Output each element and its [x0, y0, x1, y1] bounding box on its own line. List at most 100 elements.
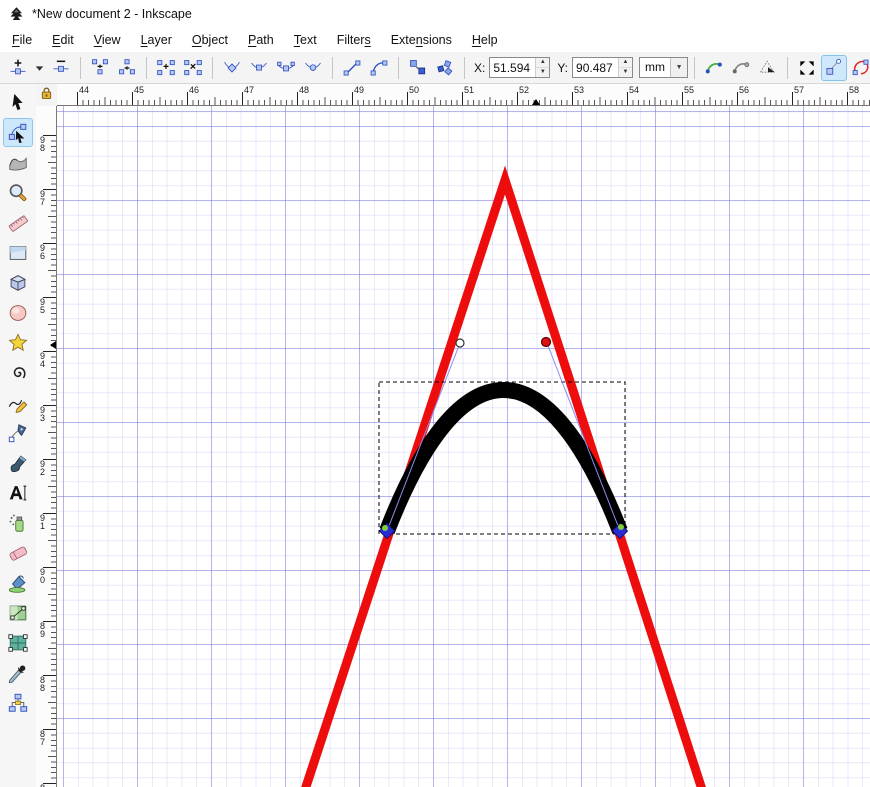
edit-clip-button[interactable]	[701, 55, 727, 81]
star-tool[interactable]	[3, 328, 33, 357]
x-coordinate-input-label: X:	[474, 61, 485, 75]
toolbar-separator	[464, 57, 465, 79]
outline-icon	[851, 58, 870, 78]
dropper-tool[interactable]	[3, 658, 33, 687]
inkscape-window: *New document 2 - Inkscape FileEditViewL…	[0, 0, 870, 787]
spray-tool[interactable]	[3, 508, 33, 537]
guide-lock-icon[interactable]	[40, 86, 53, 105]
y-coordinate-input[interactable]	[573, 58, 618, 77]
red-triangle-path[interactable]	[300, 180, 707, 787]
vertical-ruler[interactable]: 98979695949392919089888786	[36, 106, 57, 787]
eraser-tool[interactable]	[3, 538, 33, 567]
break-nodes-icon	[117, 58, 137, 78]
node-icon	[7, 122, 29, 144]
zoom-icon	[7, 182, 29, 204]
show-transform-handles-toggle[interactable]	[794, 55, 820, 81]
hruler-label: 58	[849, 85, 859, 95]
pen-icon	[7, 422, 29, 444]
ruler-corner[interactable]	[36, 84, 57, 106]
show-bezier-handles-toggle[interactable]	[821, 55, 847, 81]
menu-help[interactable]: Help	[462, 30, 508, 50]
box3d-tool[interactable]	[3, 268, 33, 297]
hruler-major-tick	[132, 92, 133, 105]
toolbar-separator	[146, 57, 147, 79]
menu-filters[interactable]: Filters	[327, 30, 381, 50]
hruler-label: 48	[299, 85, 309, 95]
segment-curve-button[interactable]	[366, 55, 392, 81]
hruler-major-tick	[682, 92, 683, 105]
node-symmetric-button[interactable]	[273, 55, 299, 81]
canvas[interactable]	[57, 106, 870, 787]
y-coordinate-input-spinner[interactable]: ▲▼	[618, 58, 632, 77]
rectangle-tool[interactable]	[3, 238, 33, 267]
pen-tool[interactable]	[3, 418, 33, 447]
ellipse-tool[interactable]	[3, 298, 33, 327]
measure-tool[interactable]	[3, 208, 33, 237]
ellipse-icon	[7, 302, 29, 324]
node-auto-button[interactable]	[300, 55, 326, 81]
insert-node-icon	[8, 58, 28, 78]
hruler-major-tick	[187, 92, 188, 105]
object-to-path-button[interactable]	[405, 55, 431, 81]
selector-tool[interactable]	[3, 88, 33, 117]
mesh-tool[interactable]	[3, 628, 33, 657]
menu-path[interactable]: Path	[238, 30, 284, 50]
black-arc-path[interactable]	[387, 390, 620, 531]
menu-extensions[interactable]: Extensions	[381, 30, 462, 50]
transform-handles-icon	[797, 58, 817, 78]
gradient-tool[interactable]	[3, 598, 33, 627]
hruler-label: 52	[519, 85, 529, 95]
calligraphy-tool[interactable]	[3, 448, 33, 477]
menu-file[interactable]: File	[2, 30, 42, 50]
clip-icon	[704, 58, 724, 78]
bezier-handles-icon	[824, 58, 844, 78]
hruler-major-tick	[242, 92, 243, 105]
vruler-position-marker	[50, 341, 56, 349]
lpe-parameter-button[interactable]	[755, 55, 781, 81]
node-tool[interactable]	[3, 118, 33, 147]
delete-node-button[interactable]	[48, 55, 74, 81]
menu-text[interactable]: Text	[284, 30, 327, 50]
tweak-tool[interactable]	[3, 148, 33, 177]
x-coordinate-input-spinner[interactable]: ▲▼	[535, 58, 549, 77]
edit-mask-button[interactable]	[728, 55, 754, 81]
delete-segment-button[interactable]	[180, 55, 206, 81]
connector-tool[interactable]	[3, 688, 33, 717]
zoom-tool[interactable]	[3, 178, 33, 207]
fill-tool[interactable]	[3, 568, 33, 597]
stroke-to-path-button[interactable]	[432, 55, 458, 81]
show-outline-toggle[interactable]	[848, 55, 870, 81]
x-coordinate-input[interactable]	[490, 58, 535, 77]
menu-object[interactable]: Object	[182, 30, 238, 50]
inkscape-logo-icon[interactable]	[8, 6, 25, 23]
pencil-tool[interactable]	[3, 388, 33, 417]
snap-indicator-left	[382, 525, 388, 531]
hruler-major-tick	[77, 92, 78, 105]
spiral-tool[interactable]	[3, 358, 33, 387]
hruler-label: 55	[684, 85, 694, 95]
vruler-label: 98	[38, 137, 47, 152]
control-handle-knob-left[interactable]	[456, 339, 464, 347]
insert-node-dropdown[interactable]	[32, 55, 47, 81]
hruler-major-tick	[407, 92, 408, 105]
units-select[interactable]: mm▼	[639, 57, 688, 78]
menu-edit[interactable]: Edit	[42, 30, 84, 50]
break-nodes-button[interactable]	[114, 55, 140, 81]
eraser-icon	[7, 542, 29, 564]
horizontal-ruler[interactable]: 444546474849505152535455565758	[57, 84, 870, 106]
insert-node-button[interactable]	[5, 55, 31, 81]
node-smooth-button[interactable]	[246, 55, 272, 81]
vruler-label: 92	[38, 461, 47, 476]
menu-layer[interactable]: Layer	[131, 30, 182, 50]
hruler-major-tick	[517, 92, 518, 105]
join-segment-button[interactable]	[153, 55, 179, 81]
unit-value: mm	[640, 58, 670, 77]
join-nodes-button[interactable]	[87, 55, 113, 81]
snap-indicator-right	[618, 524, 624, 530]
text-tool[interactable]	[3, 478, 33, 507]
menu-view[interactable]: View	[84, 30, 131, 50]
vruler-label: 96	[38, 245, 47, 260]
node-corner-button[interactable]	[219, 55, 245, 81]
segment-line-button[interactable]	[339, 55, 365, 81]
control-handle-knob-right[interactable]	[542, 338, 551, 347]
